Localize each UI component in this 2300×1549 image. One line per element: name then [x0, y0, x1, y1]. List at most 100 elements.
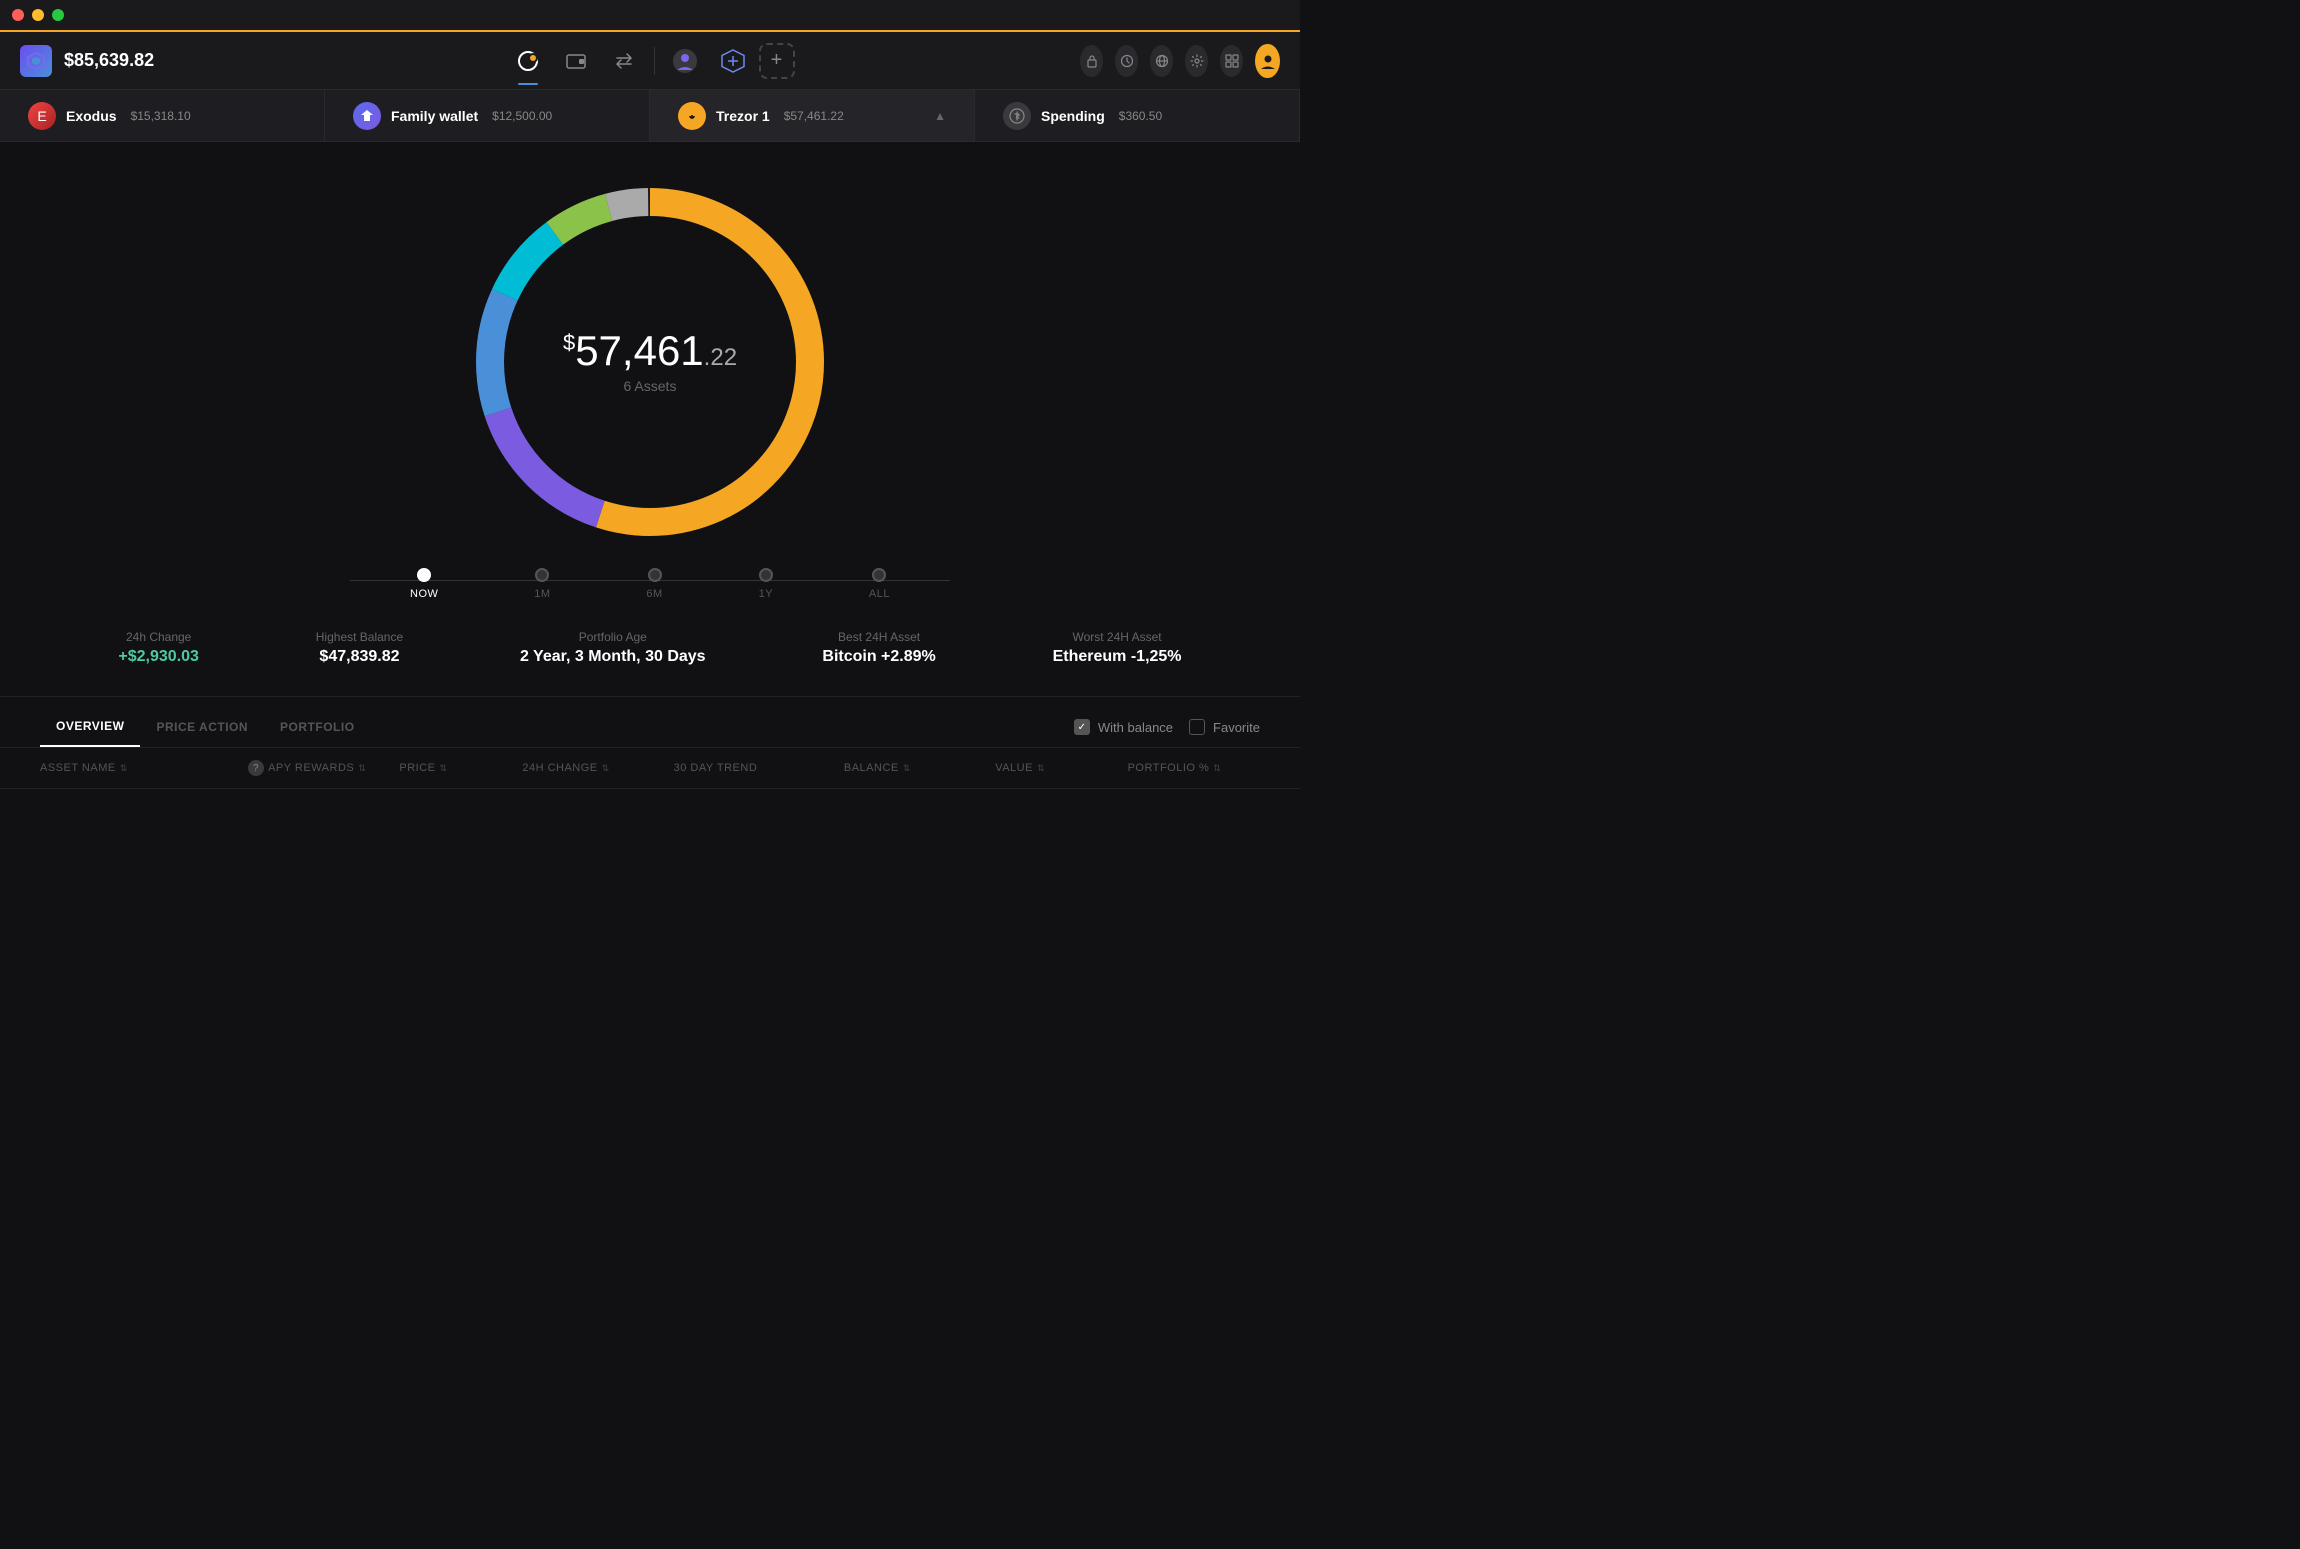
timeline-all[interactable]: ALL [869, 568, 890, 600]
history-button[interactable] [1115, 45, 1138, 77]
nav-add-app-button[interactable]: + [759, 43, 795, 79]
stat-worst-24h: Worst 24H Asset Ethereum -1,25% [1053, 630, 1182, 666]
th-value[interactable]: VALUE ⇅ [995, 762, 1127, 774]
header: $85,639.82 [0, 32, 1300, 90]
donut-main: 57,461 [575, 327, 703, 374]
nav-transfer-button[interactable] [602, 39, 646, 83]
settings-button[interactable] [1185, 45, 1208, 77]
wallet-family[interactable]: Family wallet $12,500.00 [325, 90, 650, 141]
stat-highest-value: $47,839.82 [316, 648, 403, 666]
stat-worst-value: Ethereum -1,25% [1053, 648, 1182, 666]
th-balance-label: BALANCE [844, 762, 899, 774]
wallet-trezor[interactable]: Trezor 1 $57,461.22 ▲ [650, 90, 975, 141]
timeline-dot-all [872, 568, 886, 582]
timeline-label-1y: 1Y [759, 588, 773, 600]
timeline-label-1m: 1M [534, 588, 550, 600]
close-button[interactable] [12, 9, 24, 21]
with-balance-checkbox[interactable]: ✓ [1074, 719, 1090, 735]
timeline-dot-now [417, 568, 431, 582]
trezor-balance: $57,461.22 [784, 109, 844, 123]
tabs-filters: ✓ With balance Favorite [1074, 719, 1260, 735]
th-change-label: 24H CHANGE [522, 762, 597, 774]
th-portfolio-pct[interactable]: PORTFOLIO % ⇅ [1128, 762, 1260, 774]
wallet-bar: E Exodus $15,318.10 Family wallet $12,50… [0, 90, 1300, 142]
stat-24h-value: +$2,930.03 [118, 648, 199, 666]
nav-portfolio-button[interactable] [506, 39, 550, 83]
header-nav: + [220, 39, 1080, 83]
nav-wallet-button[interactable] [554, 39, 598, 83]
th-24h-change[interactable]: 24H CHANGE ⇅ [522, 762, 673, 774]
tabs-section: OVERVIEW PRICE ACTION PORTFOLIO ✓ With b… [0, 696, 1300, 748]
total-balance: $85,639.82 [64, 50, 154, 71]
th-price-sort-icon: ⇅ [440, 763, 448, 774]
filter-with-balance[interactable]: ✓ With balance [1074, 719, 1173, 735]
th-balance[interactable]: BALANCE ⇅ [844, 762, 995, 774]
header-right [1080, 44, 1280, 78]
timeline-now[interactable]: NOW [410, 568, 438, 600]
stat-highest-balance: Highest Balance $47,839.82 [316, 630, 403, 666]
donut-amount: $57,461.22 [563, 330, 737, 372]
stat-24h-label: 24h Change [118, 630, 199, 644]
timeline-label-all: ALL [869, 588, 890, 600]
exodus-icon: E [28, 102, 56, 130]
titlebar [0, 0, 1300, 30]
th-apy-label: APY REWARDS [268, 762, 354, 774]
with-balance-label: With balance [1098, 720, 1173, 735]
favorite-label: Favorite [1213, 720, 1260, 735]
grid-button[interactable] [1220, 45, 1243, 77]
wallet-exodus[interactable]: E Exodus $15,318.10 [0, 90, 325, 141]
tab-overview[interactable]: OVERVIEW [40, 707, 140, 747]
globe-button[interactable] [1150, 45, 1173, 77]
th-price[interactable]: PRICE ⇅ [399, 762, 522, 774]
app-logo[interactable] [20, 45, 52, 77]
stat-age-value: 2 Year, 3 Month, 30 Days [520, 648, 706, 666]
timeline-1m[interactable]: 1M [534, 568, 550, 600]
stats-row: 24h Change +$2,930.03 Highest Balance $4… [0, 610, 1300, 686]
chart-section: $57,461.22 6 Assets NOW 1M 6M [0, 142, 1300, 696]
family-icon [353, 102, 381, 130]
th-apy-rewards[interactable]: ? APY REWARDS ⇅ [248, 760, 399, 776]
filter-favorite[interactable]: Favorite [1189, 719, 1260, 735]
timeline-label-now: NOW [410, 588, 438, 600]
wallet-spending[interactable]: Spending $360.50 [975, 90, 1300, 141]
th-30-day-trend: 30 DAY TREND [674, 762, 844, 774]
table-header: ASSET NAME ⇅ ? APY REWARDS ⇅ PRICE ⇅ 24H… [0, 748, 1300, 789]
donut-center: $57,461.22 6 Assets [563, 330, 737, 394]
wallet-expand-icon[interactable]: ▲ [934, 109, 946, 123]
exodus-name: Exodus [66, 108, 117, 124]
th-apy-sort-icon: ⇅ [358, 763, 366, 774]
th-asset-name[interactable]: ASSET NAME ⇅ [40, 762, 248, 774]
nav-add-wallet-button[interactable] [711, 39, 755, 83]
tab-price-action[interactable]: PRICE ACTION [140, 708, 264, 746]
stat-best-label: Best 24H Asset [822, 630, 935, 644]
nav-profile-button[interactable] [663, 39, 707, 83]
family-balance: $12,500.00 [492, 109, 552, 123]
th-change-sort-icon: ⇅ [602, 763, 610, 774]
user-avatar[interactable] [1255, 44, 1280, 78]
minimize-button[interactable] [32, 9, 44, 21]
timeline-6m[interactable]: 6M [646, 568, 662, 600]
nav-divider [654, 47, 655, 75]
maximize-button[interactable] [52, 9, 64, 21]
donut-chart: $57,461.22 6 Assets [460, 172, 840, 552]
family-name: Family wallet [391, 108, 478, 124]
th-apy-info-icon: ? [248, 760, 264, 776]
stat-highest-label: Highest Balance [316, 630, 403, 644]
th-portfolio-label: PORTFOLIO % [1128, 762, 1210, 774]
stat-best-24h: Best 24H Asset Bitcoin +2.89% [822, 630, 935, 666]
exodus-balance: $15,318.10 [131, 109, 191, 123]
donut-currency: $ [563, 330, 575, 355]
lock-button[interactable] [1080, 45, 1103, 77]
th-value-sort-icon: ⇅ [1037, 763, 1045, 774]
timeline-label-6m: 6M [646, 588, 662, 600]
favorite-checkbox[interactable] [1189, 719, 1205, 735]
timeline-1y[interactable]: 1Y [759, 568, 773, 600]
tab-portfolio[interactable]: PORTFOLIO [264, 708, 371, 746]
th-price-label: PRICE [399, 762, 435, 774]
timeline: NOW 1M 6M 1Y ALL [350, 568, 950, 600]
stat-best-value: Bitcoin +2.89% [822, 648, 935, 666]
donut-subtitle: 6 Assets [563, 378, 737, 394]
trezor-icon [678, 102, 706, 130]
th-trend-label: 30 DAY TREND [674, 762, 758, 774]
th-asset-name-label: ASSET NAME [40, 762, 116, 774]
